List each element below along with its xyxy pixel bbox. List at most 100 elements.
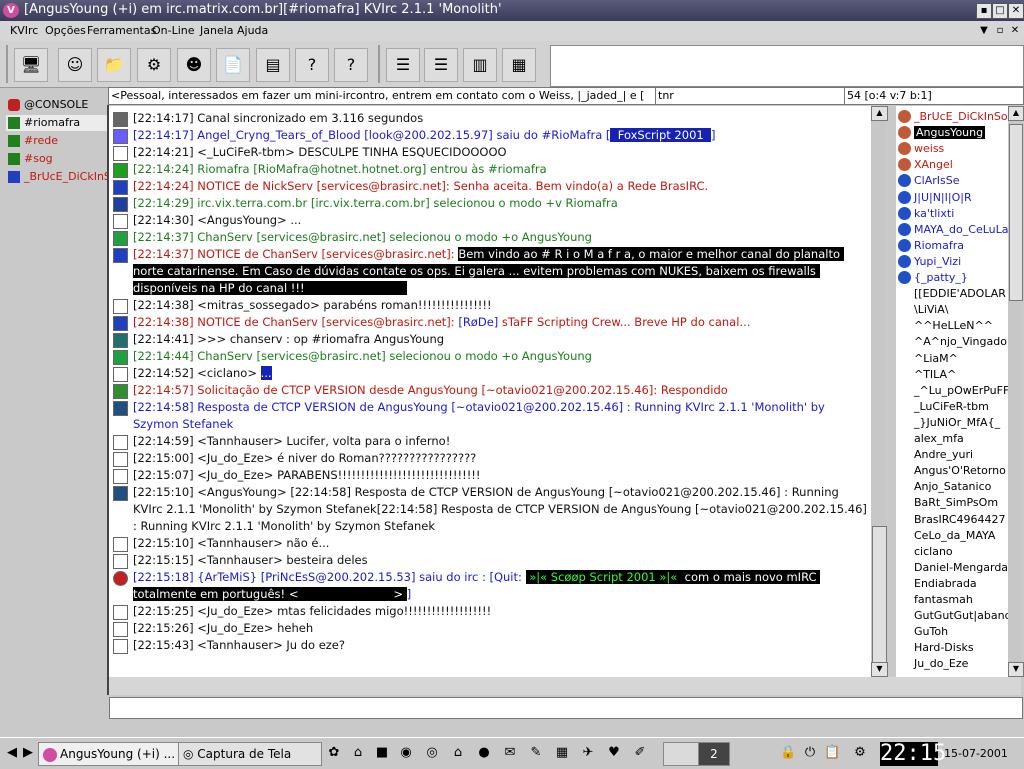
user-list-item[interactable]: AngusYoung — [898, 125, 1008, 141]
user-list-item[interactable]: _BrUcE_DiCkInSoN_ — [898, 109, 1008, 125]
user-list-item[interactable]: fantasmah — [898, 592, 1008, 608]
window-item-riomafra[interactable]: #riomafra — [6, 115, 108, 131]
userlist-scroll-up-icon[interactable]: ▲ — [1008, 106, 1024, 121]
scroll-up-arrow-icon[interactable]: ▲ — [871, 106, 888, 121]
user-list-item[interactable]: Andre_yuri — [898, 447, 1008, 463]
user-list-item[interactable]: Daniel-Mengarda — [898, 560, 1008, 576]
notes-icon[interactable]: 📄 — [216, 48, 250, 82]
user-list-item[interactable]: Hard-Disks — [898, 640, 1008, 656]
kvirc-v-icon[interactable]: V — [3, 3, 19, 18]
panel-lifebuoy-icon[interactable]: ◎ — [424, 745, 440, 761]
help-question-icon[interactable]: ? — [295, 48, 329, 82]
task-captura[interactable]: ◎ Captura de Tela — [178, 742, 322, 766]
panel-clipboard-icon[interactable]: 📋 — [824, 745, 840, 761]
user-list-item[interactable]: BrasIRC4964427 — [898, 512, 1008, 528]
menu-kvirc[interactable]: KVIrc — [10, 24, 38, 37]
smiley-face-icon[interactable]: ☺ — [58, 48, 92, 82]
user-list-item[interactable]: weiss — [898, 141, 1008, 157]
user-list-item[interactable]: ^LiaM^ — [898, 351, 1008, 367]
kde-menu-icon[interactable]: ✿ — [326, 745, 342, 761]
panel-clock[interactable]: 22:15 — [880, 742, 946, 766]
user-list[interactable]: _BrUcE_DiCkInSoN_ AngusYoung weiss XAngel Cl… — [896, 106, 1008, 677]
panel-globe-icon[interactable]: ◉ — [398, 745, 414, 761]
panel-power-icon[interactable]: ⏻ — [802, 745, 818, 761]
panel-heart-icon[interactable]: ♥ — [606, 745, 622, 761]
user-list-item[interactable]: _^Lu_pOwErPuFF — [898, 383, 1008, 399]
user-list-item[interactable]: ciclano — [898, 544, 1008, 560]
topic-text[interactable]: <Pessoal, interessados em fazer um mini-… — [108, 87, 657, 105]
whats-this-help-icon[interactable]: ? — [334, 48, 368, 82]
user-list-item[interactable]: ka'tlixti — [898, 206, 1008, 222]
window-item-query[interactable]: _BrUcE_DiCkInSoN_ — [6, 169, 108, 185]
panel-settings-icon[interactable]: ⚙ — [852, 745, 868, 761]
maximize-button[interactable]: □ — [992, 3, 1008, 19]
menu-ferramentas[interactable]: Ferramentas — [87, 24, 156, 37]
options-gear-icon[interactable]: ⚙ — [137, 48, 171, 82]
menu-janela[interactable]: Janela — [200, 24, 234, 37]
panel-editor-icon[interactable]: ✎ — [528, 745, 544, 761]
user-list-item[interactable]: XAngel — [898, 157, 1008, 173]
channel-modes[interactable]: 54 [o:4 v:7 b:1] — [844, 87, 1024, 105]
tile-windows-icon[interactable]: ☰ — [386, 48, 420, 82]
toolbar-handle-2[interactable] — [378, 45, 380, 83]
window-item-rede[interactable]: #rede — [6, 133, 108, 149]
message-input[interactable] — [109, 697, 1023, 719]
task-kvirc[interactable]: AngusYoung (+i) ... — [38, 742, 180, 766]
user-list-item[interactable]: J|U|N|I|O|R — [898, 190, 1008, 206]
userlist-scroll-down-icon[interactable]: ▼ — [1008, 662, 1024, 677]
user-list-item[interactable]: GuToh — [898, 624, 1008, 640]
user-list-item[interactable]: {_patty_} — [898, 270, 1008, 286]
user-list-item[interactable]: CeLo_da_MAYA — [898, 528, 1008, 544]
minimize-button[interactable]: ▪ — [976, 3, 992, 19]
menu-ajuda[interactable]: Ajuda — [237, 24, 268, 37]
panel-pencil-icon[interactable]: ✐ — [632, 745, 648, 761]
user-list-item[interactable]: Anjo_Satanico — [898, 479, 1008, 495]
panel-lock-icon[interactable]: 🔒 — [780, 745, 796, 761]
mdi-menu-down-icon[interactable]: ▼ — [977, 24, 991, 38]
panel-browser-icon[interactable]: ● — [476, 745, 492, 761]
line-segment[interactable]: [RøDe] — [458, 315, 498, 329]
window-item-sog[interactable]: #sog — [6, 151, 108, 167]
window-titlebar[interactable]: V [AngusYoung (+i) em irc.matrix.com.br]… — [0, 0, 1024, 21]
close-button[interactable]: ✕ — [1008, 3, 1024, 19]
taskbar-arrow-left-icon[interactable]: ◀ — [4, 745, 20, 761]
userlist-scrollbar[interactable]: ▲ ▼ — [1008, 106, 1024, 677]
panel-mail-icon[interactable]: ✉ — [502, 745, 518, 761]
user-list-item[interactable]: \LiViA\ — [898, 302, 1008, 318]
cascade-windows-icon[interactable]: ☰ — [424, 48, 458, 82]
server-folder-icon[interactable]: 📁 — [97, 48, 131, 82]
window-list-icon[interactable]: ▦ — [502, 48, 536, 82]
horizontal-splitter[interactable] — [109, 677, 1021, 695]
output-scroll-thumb[interactable] — [872, 526, 887, 663]
user-list-item[interactable]: _LuCiFeR-tbm — [898, 399, 1008, 415]
toolbar-handle[interactable] — [6, 45, 8, 83]
userlist-scroll-thumb[interactable] — [1009, 124, 1023, 301]
user-list-item[interactable]: ^A^njo_Vingador — [898, 334, 1008, 350]
desktop-pager-1[interactable] — [663, 742, 699, 766]
panel-window-icon[interactable]: ■ — [374, 745, 390, 761]
menu-opcoes[interactable]: Opções — [45, 24, 86, 37]
user-list-item[interactable]: GutGutGut|abandoned — [898, 608, 1008, 624]
mdi-close-icon[interactable]: ✕ — [1008, 24, 1022, 38]
desktop-pager-2[interactable]: 2 — [698, 742, 730, 766]
user-list-item[interactable]: MAYA_do_CeLuLaR — [898, 222, 1008, 238]
user-list-item[interactable]: Ju_do_Eze — [898, 656, 1008, 672]
user-list-item[interactable]: Angus'O'Retorno — [898, 463, 1008, 479]
user-list-item[interactable]: BaRt_SimPsOm — [898, 495, 1008, 511]
mdi-restore-icon[interactable]: ▫ — [993, 24, 1007, 38]
taskbar-arrow-right-icon[interactable]: ▶ — [20, 745, 36, 761]
user-list-item[interactable]: ^TILA^ — [898, 367, 1008, 383]
terminal-list-icon[interactable]: ▤ — [256, 48, 290, 82]
user-face-icon[interactable]: ☻ — [177, 48, 211, 82]
connect-computer-icon[interactable]: 🖥 — [14, 48, 48, 82]
user-list-item[interactable]: ^^HeLLeN^^ — [898, 318, 1008, 334]
user-list-item[interactable]: ClArIsSe — [898, 173, 1008, 189]
window-item-console[interactable]: @CONSOLE — [6, 97, 108, 113]
user-list-item[interactable]: alex_mfa — [898, 431, 1008, 447]
panel-spreadsheet-icon[interactable]: ▦ — [554, 745, 570, 761]
user-list-item[interactable]: _}JuNiOr_MfA{_ — [898, 415, 1008, 431]
menu-online[interactable]: On-Line — [152, 24, 195, 37]
user-list-item[interactable]: Riomafra — [898, 238, 1008, 254]
output-scrollbar[interactable]: ▲ ▼ — [871, 106, 888, 677]
user-list-item[interactable]: [[EDDIE'ADOLAR — [898, 286, 1008, 302]
